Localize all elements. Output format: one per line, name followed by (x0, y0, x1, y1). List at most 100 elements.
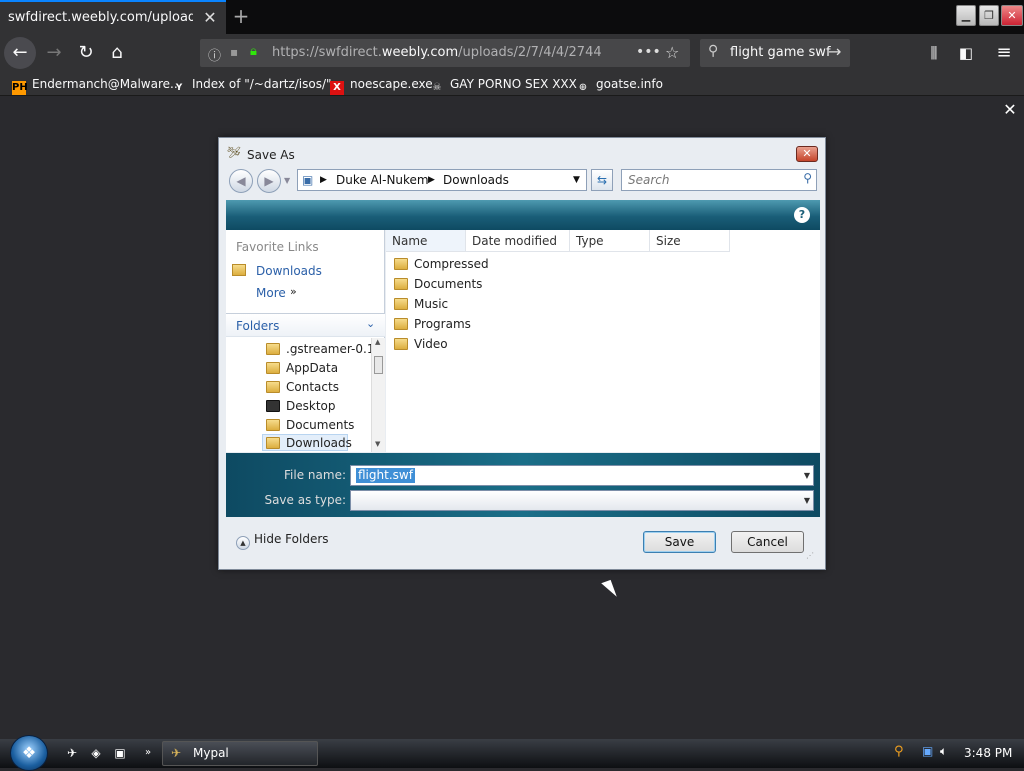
breadcrumb-downloads[interactable]: Downloads (443, 170, 509, 190)
bookmark-star-icon[interactable]: ☆ (665, 43, 679, 62)
quicklaunch-app-icon[interactable]: ✈ (64, 745, 80, 761)
scroll-thumb[interactable] (374, 356, 383, 374)
column-header-type[interactable]: Type (570, 230, 650, 252)
url-prefix: https://swfdirect. (272, 45, 382, 60)
list-item[interactable]: Documents (394, 277, 482, 291)
url-path: /uploads/2/7/4/4/27449... (458, 45, 602, 60)
url-text[interactable]: https://swfdirect.weebly.com/uploads/2/7… (272, 39, 602, 67)
bookmark-item[interactable]: Xnoescape.exe (330, 72, 433, 96)
quicklaunch-more-icon[interactable]: » (140, 745, 156, 761)
window-close-button[interactable]: ✕ (1001, 5, 1023, 26)
overlay-close-icon[interactable]: ✕ (1000, 100, 1020, 120)
home-icon[interactable]: ⌂ (103, 39, 131, 67)
library-icon[interactable]: ⫼ (920, 39, 948, 67)
restore-button[interactable]: ❐ (979, 5, 999, 26)
quicklaunch-shield-icon[interactable]: ◈ (88, 745, 104, 761)
tab-close-icon[interactable]: ✕ (200, 8, 220, 28)
file-name-value: flight.swf (356, 468, 415, 483)
search-tray-icon[interactable]: ⚲ (894, 744, 904, 759)
taskbar-item-mypal[interactable]: ✈ Mypal (162, 741, 318, 766)
network-icon[interactable]: ▣ (922, 744, 933, 758)
cancel-button[interactable]: Cancel (731, 531, 804, 553)
file-list: Name Date modified Type Size Compressed … (386, 230, 820, 452)
folder-icon (394, 338, 408, 350)
back-button[interactable]: ◀ (229, 169, 253, 193)
bookmark-item[interactable]: ☠ GAY PORNO SEX XXX (430, 72, 577, 96)
dropdown-arrow-icon[interactable]: ▼ (804, 491, 810, 510)
search-field[interactable]: Search ⚲ (621, 169, 817, 191)
search-bar[interactable]: ⚲ flight game swf → (700, 39, 850, 67)
tree-item[interactable]: AppData (286, 361, 338, 375)
permissions-icon[interactable]: ▪ (230, 45, 238, 59)
globe-icon: ⊕ (578, 82, 588, 93)
x-favicon-icon: X (330, 81, 344, 95)
save-type-select[interactable]: ▼ (350, 490, 814, 511)
url-bar[interactable]: ⓘ ▪ 🔒︎ https://swfdirect.weebly.com/uplo… (200, 39, 690, 67)
favorite-downloads-link[interactable]: Downloads (256, 264, 322, 278)
folder-icon (394, 318, 408, 330)
magnifier-icon[interactable]: ⚲ (803, 171, 812, 185)
list-item[interactable]: Compressed (394, 257, 489, 271)
dropdown-arrow-icon[interactable]: ▼ (804, 466, 810, 485)
start-button[interactable]: ❖ (10, 735, 48, 771)
info-icon[interactable]: ⓘ (208, 45, 221, 64)
tab-active[interactable]: swfdirect.weebly.com/uploads/2/7/ ✕ (0, 0, 226, 34)
list-item[interactable]: Programs (394, 317, 471, 331)
address-dropdown-icon[interactable]: ▼ (573, 170, 580, 190)
bookmark-label: Index of "/~dartz/isos/" (192, 77, 332, 91)
search-bar-value[interactable]: flight game swf (730, 39, 831, 67)
column-header-size[interactable]: Size (650, 230, 730, 252)
resize-grip-icon[interactable]: ⋰ (806, 551, 814, 560)
more-link[interactable]: More (256, 286, 286, 300)
breadcrumb-user[interactable]: Duke Al-Nukem (336, 170, 429, 190)
volume-muted-icon[interactable]: 🔈︎ (940, 744, 947, 759)
menu-hamburger-icon[interactable]: ≡ (990, 39, 1018, 67)
tree-item[interactable]: Desktop (286, 399, 336, 413)
new-tab-icon[interactable]: + (230, 5, 252, 27)
dialog-close-button[interactable]: ✕ (796, 146, 818, 162)
list-item[interactable]: Video (394, 337, 448, 351)
save-button[interactable]: Save (643, 531, 716, 553)
chevron-up-icon: ▲ (236, 536, 250, 550)
scroll-up-icon[interactable]: ▲ (375, 338, 380, 346)
bookmark-item[interactable]: Y Index of "/~dartz/isos/" (172, 72, 332, 96)
forward-arrow-icon[interactable]: → (40, 39, 68, 67)
bookmark-label: noescape.exe (350, 77, 433, 91)
address-breadcrumb[interactable]: ▣ ▶ Duke Al-Nukem ▶ Downloads ▼ (297, 169, 587, 191)
column-header-name[interactable]: Name (386, 230, 466, 252)
file-name-input[interactable]: flight.swf ▼ (350, 465, 814, 486)
folders-header[interactable]: Folders ⌄ (226, 313, 385, 337)
help-icon[interactable]: ? (794, 207, 810, 223)
tree-item[interactable]: Documents (286, 418, 354, 432)
taskbar-item-label: Mypal (193, 746, 229, 760)
tree-item[interactable]: .gstreamer-0.10 (286, 342, 382, 356)
pornhub-favicon-icon: PH (12, 81, 28, 95)
quicklaunch-desktop-icon[interactable]: ▣ (112, 745, 128, 761)
refresh-icon[interactable]: ⇆ (591, 169, 613, 191)
tree-item-selected[interactable]: Downloads (286, 436, 352, 450)
scroll-down-icon[interactable]: ▼ (375, 440, 380, 448)
tab-strip: swfdirect.weebly.com/uploads/2/7/ ✕ + ▁ … (0, 0, 1024, 34)
sidebar-icon[interactable]: ◧ (952, 39, 980, 67)
list-item[interactable]: Music (394, 297, 448, 311)
reload-icon[interactable]: ↻ (72, 39, 100, 67)
minimize-button[interactable]: ▁ (956, 5, 976, 26)
bookmark-label: GAY PORNO SEX XXX (450, 77, 577, 91)
tree-scrollbar[interactable]: ▲ ▼ (371, 338, 385, 452)
page-actions-icon[interactable]: ••• (636, 44, 661, 60)
command-bar: ? (226, 200, 820, 230)
y-favicon-icon: Y (175, 83, 183, 93)
hide-folders-button[interactable]: ▲ Hide Folders (236, 532, 329, 550)
back-arrow-icon[interactable]: ← (4, 37, 36, 69)
tree-item[interactable]: Contacts (286, 380, 339, 394)
search-go-arrow-icon[interactable]: → (828, 42, 841, 61)
file-name-panel: File name: flight.swf ▼ Save as type: ▼ (226, 453, 820, 517)
bookmark-item[interactable]: ⊕ goatse.info (576, 72, 663, 96)
column-header-date[interactable]: Date modified (466, 230, 570, 252)
forward-button[interactable]: ▶ (257, 169, 281, 193)
contacts-folder-icon (266, 381, 280, 393)
bookmark-item[interactable]: PH Endermanch@Malware... (12, 72, 181, 96)
clock[interactable]: 3:48 PM (964, 739, 1012, 768)
lock-icon[interactable]: 🔒︎ (250, 44, 257, 59)
history-dropdown-icon[interactable]: ▼ (284, 176, 290, 185)
